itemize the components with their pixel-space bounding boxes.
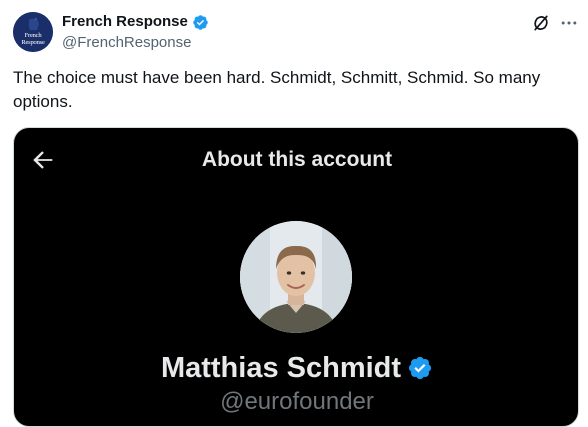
profile-name: Matthias Schmidt xyxy=(160,352,402,384)
more-options-icon xyxy=(561,21,577,25)
grok-button[interactable] xyxy=(530,12,552,34)
author-avatar[interactable]: French Response xyxy=(13,12,53,52)
profile-photo xyxy=(240,221,352,333)
tweet-media-screenshot[interactable]: About this account Matthias Schmidt @eur… xyxy=(13,127,579,427)
verified-badge-icon[interactable] xyxy=(192,14,209,31)
avatar-text: French Response xyxy=(21,32,45,46)
more-options-button[interactable] xyxy=(558,12,580,34)
tweet-text: The choice must have been hard. Schmidt,… xyxy=(13,68,541,111)
author-display-name[interactable]: French Response xyxy=(62,13,188,31)
profile-name-row: Matthias Schmidt xyxy=(14,350,578,386)
profile-handle: @eurofounder xyxy=(220,388,374,415)
author-handle[interactable]: @FrenchResponse xyxy=(62,34,191,52)
grok-icon xyxy=(534,15,548,31)
screen-title: About this account xyxy=(201,148,393,171)
author-name-line: French Response xyxy=(62,13,209,31)
verified-badge-icon xyxy=(407,355,433,381)
